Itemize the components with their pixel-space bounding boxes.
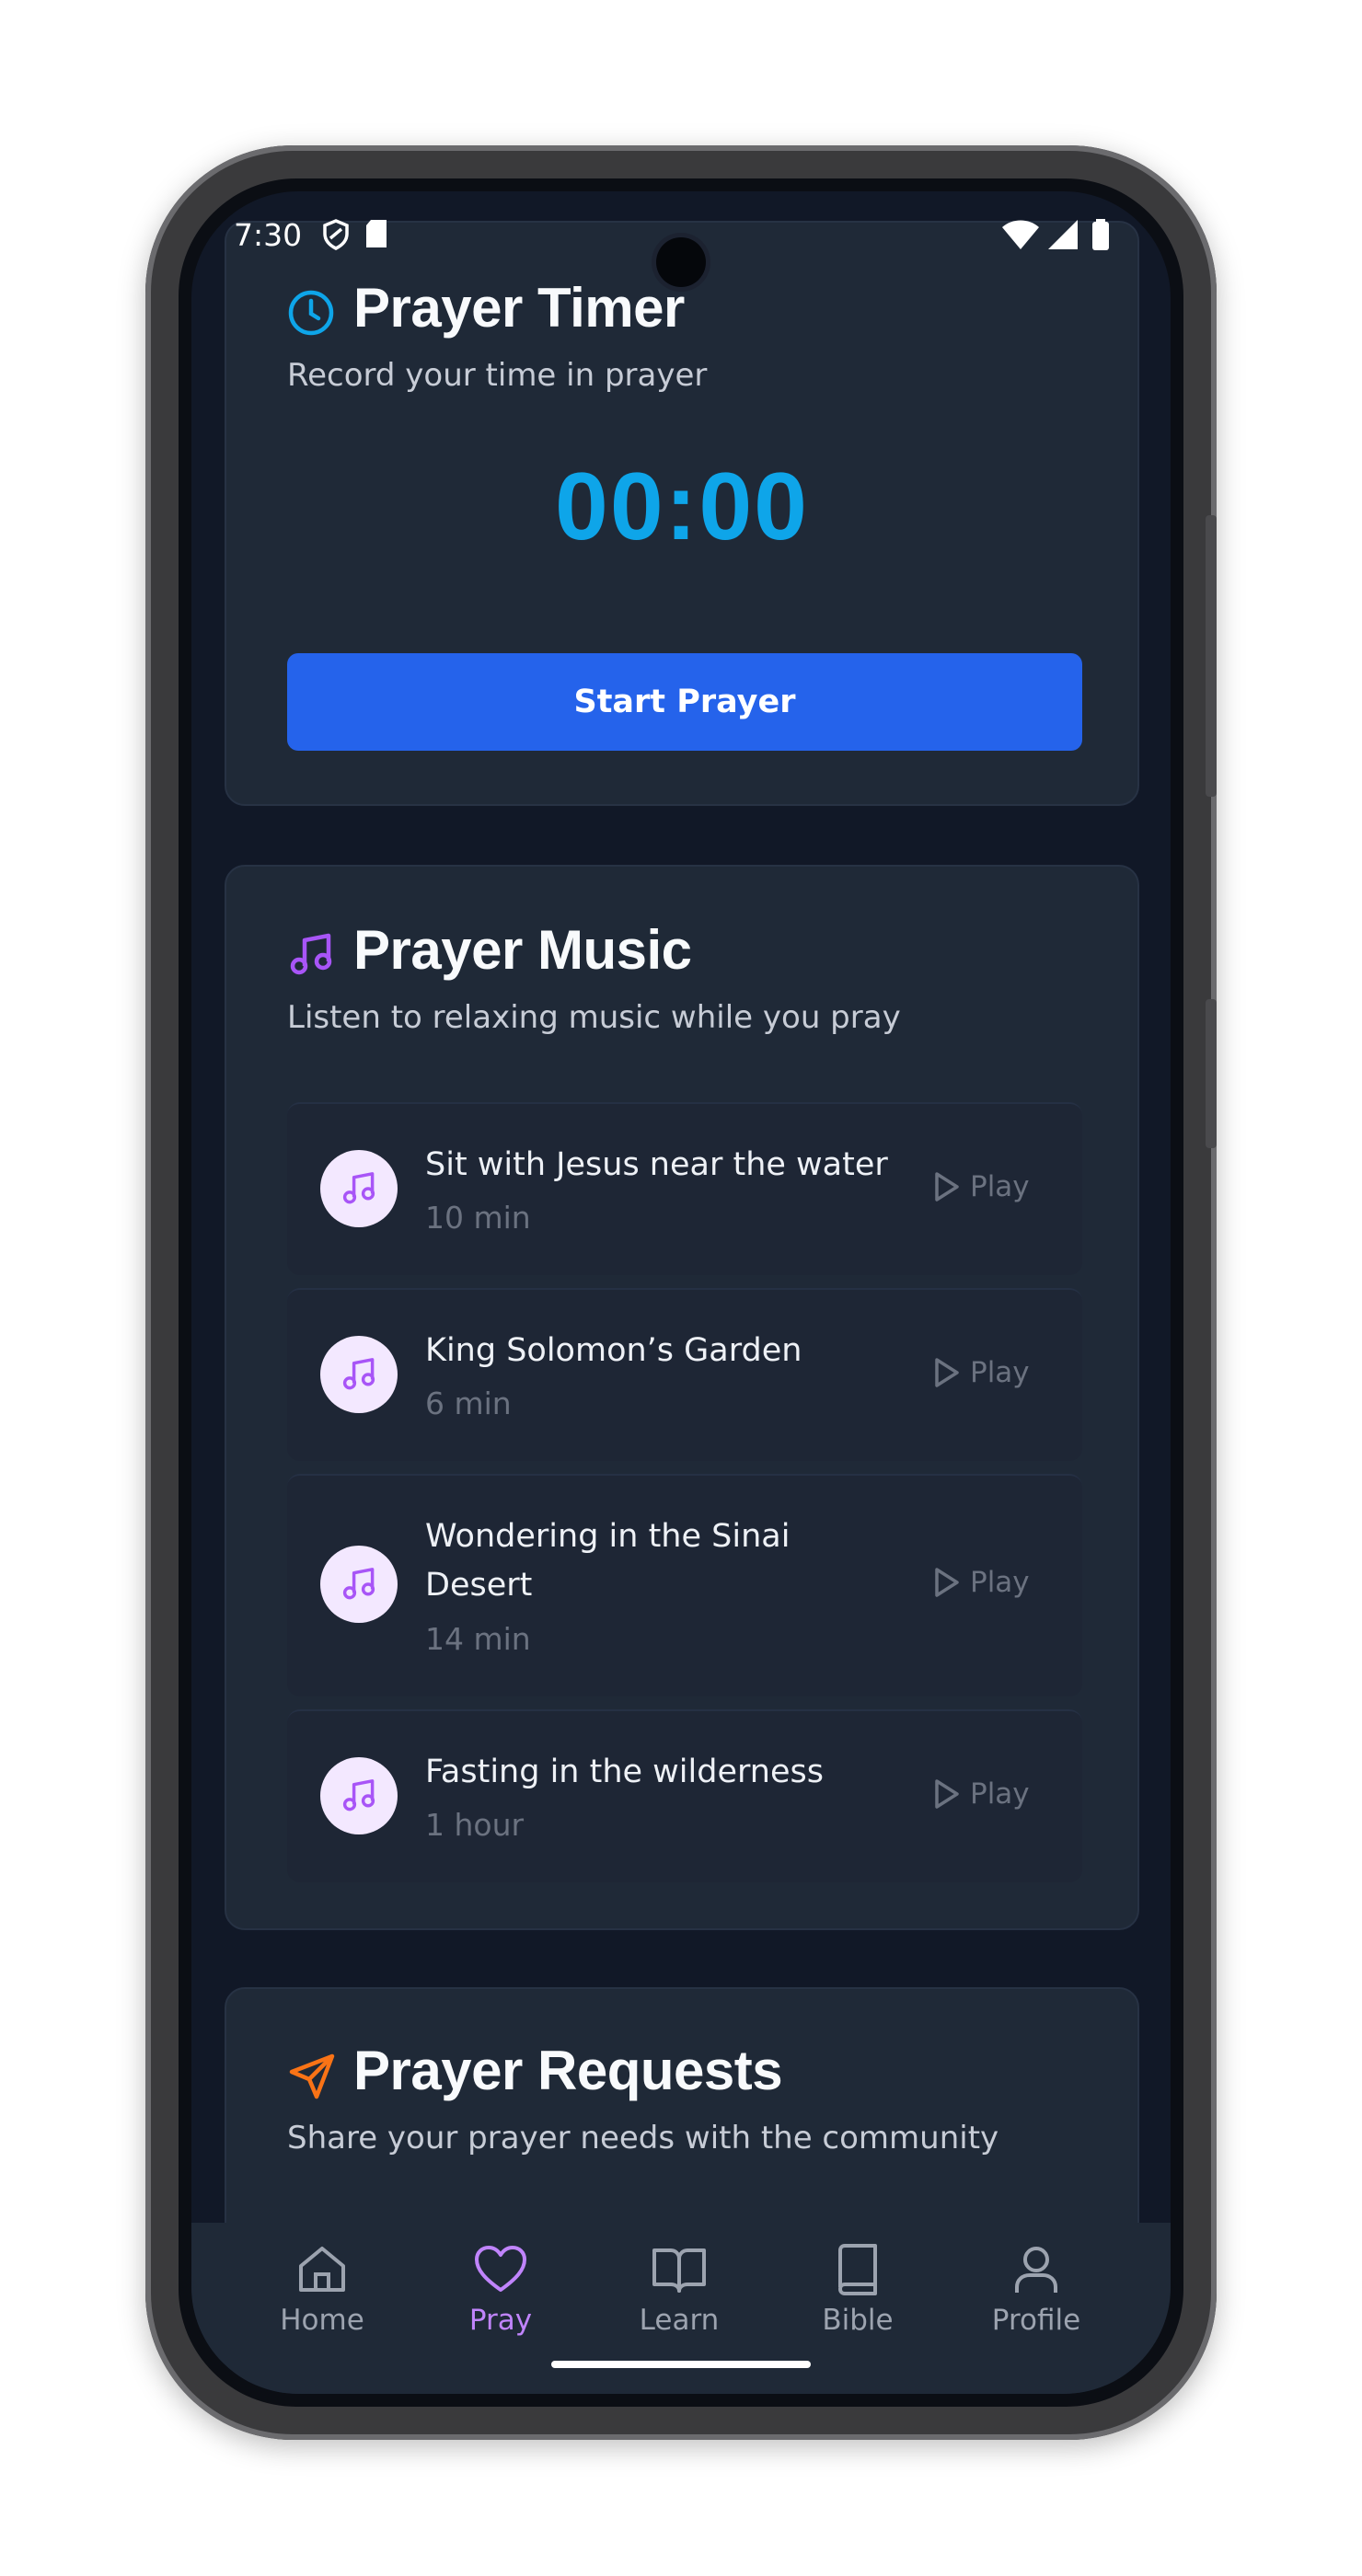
status-time: 7:30 xyxy=(234,217,303,253)
user-icon xyxy=(1015,2247,1057,2293)
bottom-nav: Home Pray Learn Bible Profile xyxy=(191,2223,1171,2394)
track-title: Wondering in the Sinai Desert xyxy=(425,1518,791,1604)
track-duration: 10 min xyxy=(425,1200,531,1236)
track-music-icon xyxy=(320,1336,398,1413)
home-indicator[interactable] xyxy=(551,2361,811,2368)
play-icon xyxy=(935,1568,959,1597)
play-label: Play xyxy=(970,1566,1030,1599)
music-track[interactable]: Sit with Jesus near the water 10 min Pla… xyxy=(287,1102,1082,1275)
nav-label: Profile xyxy=(991,2304,1081,2337)
heart-icon xyxy=(475,2246,526,2292)
shield-icon xyxy=(322,219,350,258)
play-label: Play xyxy=(970,1170,1030,1203)
music-track[interactable]: King Solomon’s Garden 6 min Play xyxy=(287,1288,1082,1461)
music-note-icon xyxy=(287,931,335,983)
card-subtitle: Record your time in prayer xyxy=(287,357,708,394)
nav-label: Home xyxy=(280,2304,364,2337)
track-music-icon xyxy=(320,1546,398,1623)
front-camera xyxy=(656,237,706,287)
music-track[interactable]: Wondering in the Sinai Desert 14 min Pla… xyxy=(287,1474,1082,1696)
prayer-timer-card: Prayer Timer Record your time in prayer … xyxy=(225,221,1139,806)
phone-bezel: 7:30 Prayer Timer Record your time in pr… xyxy=(179,178,1183,2407)
prayer-music-card: Prayer Music Listen to relaxing music wh… xyxy=(225,865,1139,1930)
nav-label: Learn xyxy=(639,2304,720,2337)
track-duration: 14 min xyxy=(425,1621,531,1657)
play-icon xyxy=(935,1779,959,1809)
clock-icon xyxy=(287,289,335,340)
power-button xyxy=(1206,999,1217,1148)
music-track[interactable]: Fasting in the wilderness 1 hour Play xyxy=(287,1709,1082,1882)
card-title: Prayer Timer xyxy=(353,277,685,339)
card-title: Prayer Music xyxy=(353,919,692,981)
play-button[interactable]: Play xyxy=(933,1356,1030,1389)
open-book-icon xyxy=(652,2248,706,2293)
play-button[interactable]: Play xyxy=(933,1170,1030,1203)
book-icon xyxy=(838,2244,877,2295)
track-music-icon xyxy=(320,1150,398,1227)
prayer-requests-card: Prayer Requests Share your prayer needs … xyxy=(225,1987,1139,2223)
track-duration: 1 hour xyxy=(425,1807,525,1843)
card-subtitle: Listen to relaxing music while you pray xyxy=(287,999,901,1036)
nav-label: Bible xyxy=(822,2304,894,2337)
nav-profile[interactable]: Profile xyxy=(944,2241,1128,2337)
scroll-content[interactable]: Prayer Timer Record your time in prayer … xyxy=(191,191,1171,2223)
track-duration: 6 min xyxy=(425,1386,512,1421)
play-icon xyxy=(935,1172,959,1202)
track-title: Sit with Jesus near the water xyxy=(425,1146,888,1183)
nav-pray[interactable]: Pray xyxy=(409,2241,593,2337)
sd-card-icon xyxy=(364,219,388,256)
timer-display: 00:00 xyxy=(555,454,809,560)
nav-label: Pray xyxy=(468,2304,533,2337)
home-icon xyxy=(299,2247,345,2292)
nav-home[interactable]: Home xyxy=(230,2241,414,2337)
track-title: Fasting in the wilderness xyxy=(425,1754,824,1790)
screen: 7:30 Prayer Timer Record your time in pr… xyxy=(191,191,1171,2394)
volume-button xyxy=(1206,515,1217,797)
nav-learn[interactable]: Learn xyxy=(587,2241,771,2337)
play-label: Play xyxy=(970,1777,1030,1811)
play-icon xyxy=(935,1358,959,1387)
signal-icon xyxy=(1047,219,1079,258)
card-subtitle: Share your prayer needs with the communi… xyxy=(287,2120,999,2156)
send-icon xyxy=(287,2052,337,2105)
phone-frame: 7:30 Prayer Timer Record your time in pr… xyxy=(145,145,1217,2440)
card-title: Prayer Requests xyxy=(353,2040,783,2101)
track-title: King Solomon’s Garden xyxy=(425,1332,802,1369)
play-button[interactable]: Play xyxy=(933,1777,1030,1811)
nav-bible[interactable]: Bible xyxy=(766,2241,950,2337)
wifi-icon xyxy=(1001,219,1040,258)
battery-icon xyxy=(1091,219,1110,258)
play-button[interactable]: Play xyxy=(933,1566,1030,1599)
track-music-icon xyxy=(320,1757,398,1834)
start-prayer-button[interactable]: Start Prayer xyxy=(287,653,1082,751)
play-label: Play xyxy=(970,1356,1030,1389)
